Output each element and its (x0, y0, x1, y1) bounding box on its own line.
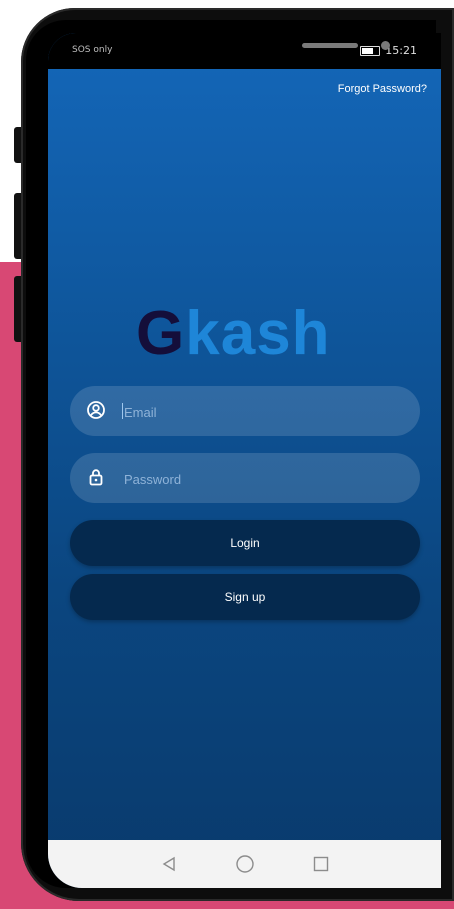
password-input[interactable] (122, 453, 406, 505)
logo-g: G (136, 299, 186, 368)
navigation-bar (48, 840, 441, 888)
status-time: 15:21 (385, 44, 417, 57)
user-circle-icon (87, 401, 105, 419)
forgot-password-link[interactable]: Forgot Password? (338, 83, 427, 95)
app-logo: Gkash (136, 298, 366, 368)
password-field[interactable] (70, 453, 420, 505)
notch (136, 33, 390, 67)
camera (381, 41, 390, 50)
app-screen: SOS only 15:21 Forgot Password? Gkash Lo… (48, 33, 441, 888)
signup-button[interactable]: Sign up (70, 574, 420, 620)
battery-icon (360, 45, 381, 56)
email-input[interactable] (122, 386, 406, 438)
login-button[interactable]: Login (70, 520, 420, 566)
lock-icon (89, 469, 103, 486)
email-field[interactable] (70, 386, 420, 438)
status-carrier: SOS only (72, 45, 113, 55)
back-icon[interactable] (159, 854, 179, 874)
speaker (302, 43, 358, 48)
home-icon[interactable] (235, 854, 255, 874)
logo-kash: kash (185, 299, 331, 368)
recents-icon[interactable] (311, 854, 331, 874)
